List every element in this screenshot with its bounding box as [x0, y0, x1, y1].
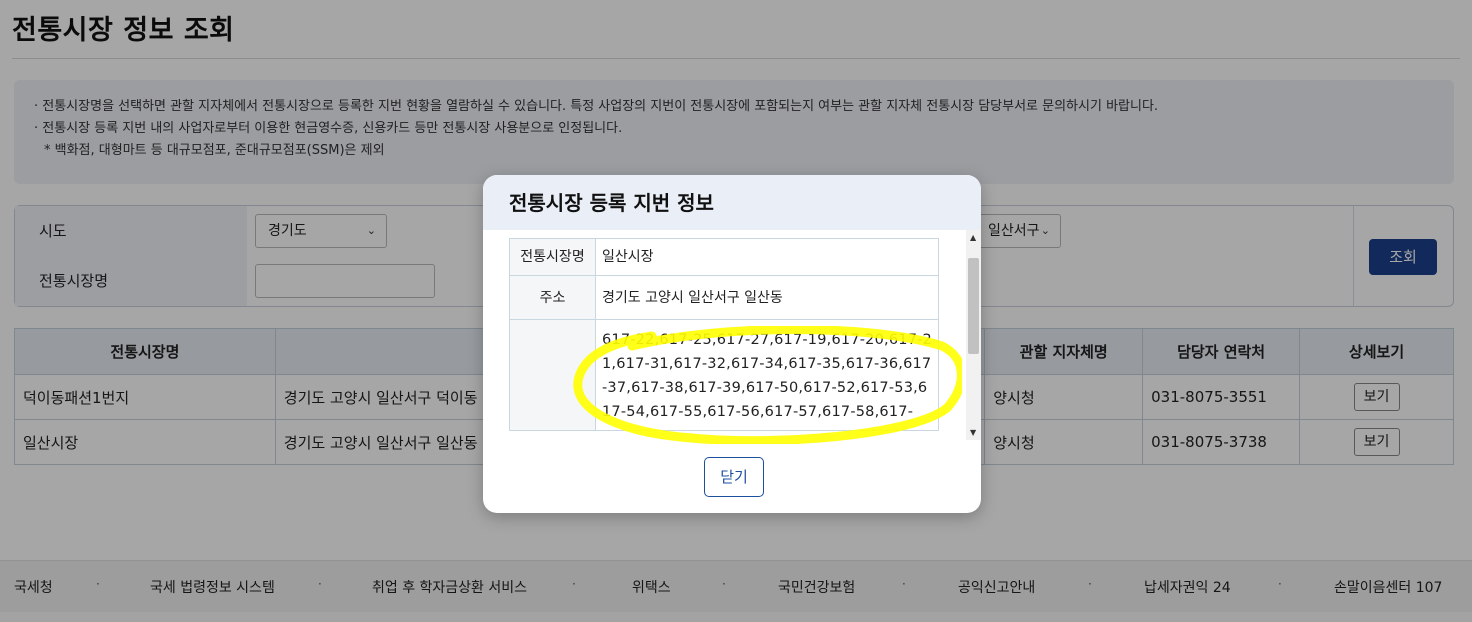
row-value: 일산시장	[595, 238, 939, 276]
jibun-info-table: 전통시장명 일산시장 주소 경기도 고양시 일산서구 일산동 617-22,61…	[509, 238, 939, 431]
row-label	[509, 319, 596, 431]
modal-title: 전통시장 등록 지번 정보	[483, 175, 981, 230]
table-row: 617-22,617-25,617-27,617-19,617-20,617-2…	[509, 319, 939, 431]
row-value: 경기도 고양시 일산서구 일산동	[595, 275, 939, 320]
scroll-down-icon[interactable]: ▼	[970, 428, 976, 437]
row-label: 전통시장명	[509, 238, 596, 276]
row-label: 주소	[509, 275, 596, 320]
table-row: 전통시장명 일산시장	[509, 238, 939, 276]
scrollbar-thumb[interactable]	[968, 258, 979, 354]
jibun-info-modal: 전통시장 등록 지번 정보 전통시장명 일산시장 주소 경기도 고양시 일산서구…	[483, 175, 981, 513]
modal-scrollbar[interactable]: ▲ ▼	[966, 230, 981, 440]
close-button[interactable]: 닫기	[704, 457, 764, 497]
table-row: 주소 경기도 고양시 일산서구 일산동	[509, 275, 939, 320]
jibun-list-value: 617-22,617-25,617-27,617-19,617-20,617-2…	[595, 319, 939, 431]
scroll-up-icon[interactable]: ▲	[970, 233, 976, 242]
modal-scroll-area[interactable]: 전통시장명 일산시장 주소 경기도 고양시 일산서구 일산동 617-22,61…	[483, 230, 981, 440]
